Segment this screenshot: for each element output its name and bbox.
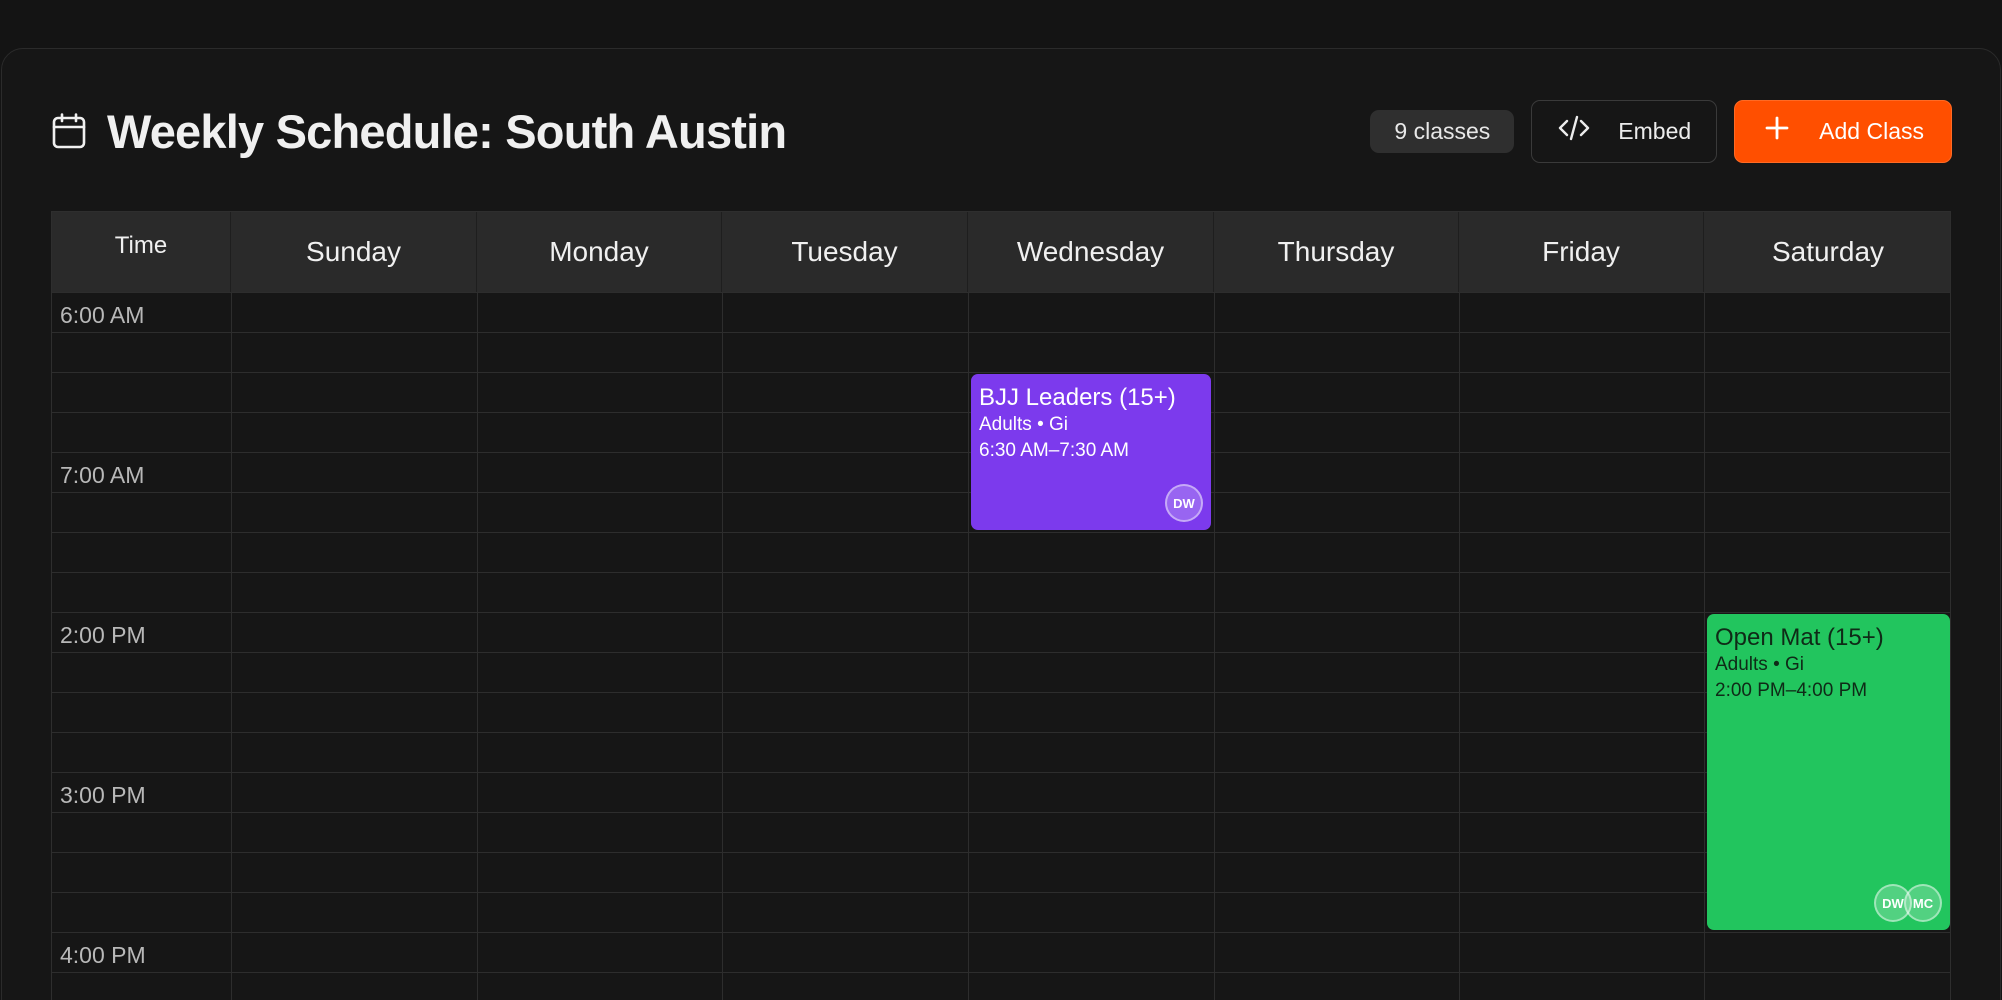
event-time: 2:00 PM–4:00 PM — [1715, 680, 1868, 701]
grid-column-line — [1459, 292, 1460, 1000]
event-title: BJJ Leaders (15+) — [979, 384, 1176, 411]
grid-row-line — [52, 692, 1950, 693]
grid-column-line — [477, 292, 478, 1000]
time-label: 4:00 PM — [60, 942, 146, 968]
avatar: DW — [1165, 484, 1203, 522]
grid-row-line — [52, 292, 1950, 293]
day-header-friday: Friday — [1459, 212, 1704, 292]
time-column-header: Time — [52, 212, 231, 292]
time-label: 2:00 PM — [60, 622, 146, 648]
grid-column-line — [1704, 292, 1705, 1000]
time-label: 7:00 AM — [60, 462, 145, 488]
grid-column-line — [1214, 292, 1215, 1000]
day-header-saturday: Saturday — [1771, 236, 1885, 267]
day-header-tuesday: Tuesday — [722, 212, 968, 292]
grid-row-line — [52, 932, 1950, 933]
code-icon — [1558, 115, 1590, 147]
grid-row-line — [52, 652, 1950, 653]
grid-row-line — [52, 612, 1950, 613]
day-header-thursday: Thursday — [1214, 212, 1459, 292]
event-meta: Adults • Gi — [979, 414, 1069, 435]
header-actions: 9 classes Embed Add Class — [1370, 99, 1952, 163]
grid-column-line — [231, 292, 232, 1000]
event-time: 6:30 AM–7:30 AM — [979, 440, 1129, 461]
grid-column-line — [722, 292, 723, 1000]
avatar: MC — [1904, 884, 1942, 922]
day-header-wednesday: Wednesday — [968, 212, 1214, 292]
grid-row-line — [52, 972, 1950, 973]
grid-row-line — [52, 892, 1950, 893]
time-label: 6:00 AM — [60, 302, 145, 328]
grid-row-line — [52, 772, 1950, 773]
day-header-monday: Monday — [477, 212, 722, 292]
grid-row-line — [52, 812, 1950, 813]
grid-row-line — [52, 332, 1950, 333]
embed-button-label: Embed — [1618, 117, 1692, 144]
schedule-grid: Time Sunday Monday Tuesday Wednesday Thu… — [51, 211, 1951, 1000]
calendar-icon — [52, 113, 88, 149]
day-header-sunday: Sunday — [231, 212, 477, 292]
add-class-button-label: Add Class — [1819, 117, 1924, 144]
instructor-avatars: DW MC — [1874, 884, 1942, 922]
page-title: Weekly Schedule: South Austin — [107, 104, 787, 158]
class-count-badge: 9 classes — [1370, 109, 1515, 153]
grid-row-line — [52, 732, 1950, 733]
grid-row-line — [52, 852, 1950, 853]
grid-row-line — [52, 372, 1950, 373]
instructor-avatars: DW — [1165, 484, 1203, 522]
grid-column-line — [968, 292, 969, 1000]
plus-icon — [1765, 116, 1789, 146]
grid-header-row: Time Sunday Monday Tuesday Wednesday Thu… — [52, 212, 1950, 292]
event-meta: Adults • Gi — [1715, 654, 1805, 675]
time-label: 3:00 PM — [60, 782, 146, 808]
add-class-button[interactable]: Add Class — [1734, 99, 1952, 163]
class-event-bjj-leaders[interactable]: BJJ Leaders (15+) Adults • Gi 6:30 AM–7:… — [971, 374, 1211, 530]
grid-row-line — [52, 572, 1950, 573]
grid-row-line — [52, 532, 1950, 533]
schedule-header: Weekly Schedule: South Austin 9 classes … — [52, 98, 1952, 164]
class-event-open-mat[interactable]: Open Mat (15+) Adults • Gi 2:00 PM–4:00 … — [1707, 614, 1950, 930]
event-title: Open Mat (15+) — [1715, 624, 1884, 651]
embed-button[interactable]: Embed — [1531, 99, 1718, 163]
